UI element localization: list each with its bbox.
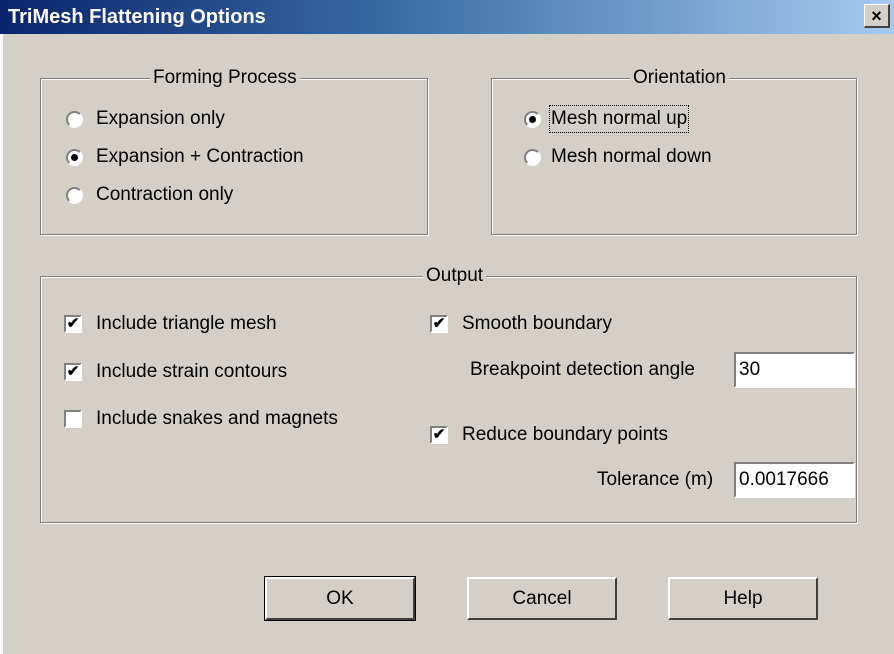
checkbox-indicator[interactable] bbox=[64, 315, 82, 333]
close-button[interactable]: × bbox=[864, 4, 890, 28]
forming-process-legend: Forming Process bbox=[150, 66, 300, 90]
check-include-snakes-magnets[interactable]: Include snakes and magnets bbox=[64, 407, 338, 431]
checkbox-indicator[interactable] bbox=[64, 410, 82, 428]
close-icon: × bbox=[871, 6, 882, 26]
radio-indicator[interactable] bbox=[524, 148, 541, 166]
radio-mesh-normal-down[interactable]: Mesh normal down bbox=[524, 145, 712, 169]
checkbox-indicator[interactable] bbox=[430, 315, 448, 333]
radio-indicator[interactable] bbox=[66, 110, 83, 128]
check-include-triangle-mesh[interactable]: Include triangle mesh bbox=[64, 312, 277, 336]
orientation-legend: Orientation bbox=[630, 66, 729, 90]
radio-indicator[interactable] bbox=[66, 186, 83, 204]
radio-label: Contraction only bbox=[96, 184, 234, 205]
breakpoint-angle-label: Breakpoint detection angle bbox=[470, 359, 695, 380]
check-reduce-boundary-points[interactable]: Reduce boundary points bbox=[430, 423, 668, 447]
radio-indicator[interactable] bbox=[66, 148, 83, 166]
radio-indicator[interactable] bbox=[524, 110, 541, 128]
checkbox-indicator[interactable] bbox=[64, 363, 82, 381]
cancel-button[interactable]: Cancel bbox=[467, 577, 617, 620]
radio-expansion-only[interactable]: Expansion only bbox=[66, 107, 225, 131]
checkbox-label: Smooth boundary bbox=[462, 313, 612, 334]
ok-button[interactable]: OK bbox=[264, 576, 416, 621]
window-title: TriMesh Flattening Options bbox=[8, 6, 266, 28]
check-include-strain-contours[interactable]: Include strain contours bbox=[64, 360, 287, 384]
title-bar[interactable]: TriMesh Flattening Options × bbox=[0, 0, 894, 34]
checkbox-label: Reduce boundary points bbox=[462, 424, 668, 445]
breakpoint-angle-input[interactable] bbox=[734, 352, 855, 388]
check-smooth-boundary[interactable]: Smooth boundary bbox=[430, 312, 612, 336]
checkbox-indicator[interactable] bbox=[430, 426, 448, 444]
radio-mesh-normal-up[interactable]: Mesh normal up bbox=[524, 105, 690, 133]
help-button[interactable]: Help bbox=[668, 577, 818, 620]
radio-label: Mesh normal up bbox=[548, 105, 690, 133]
radio-expansion-contraction[interactable]: Expansion + Contraction bbox=[66, 145, 304, 169]
checkbox-label: Include snakes and magnets bbox=[96, 408, 338, 429]
radio-label: Expansion + Contraction bbox=[96, 146, 304, 167]
radio-label: Mesh normal down bbox=[551, 146, 712, 167]
radio-label: Expansion only bbox=[96, 108, 225, 129]
tolerance-input[interactable] bbox=[734, 462, 855, 498]
radio-contraction-only[interactable]: Contraction only bbox=[66, 183, 233, 207]
tolerance-label: Tolerance (m) bbox=[597, 469, 714, 490]
checkbox-label: Include strain contours bbox=[96, 361, 288, 382]
checkbox-label: Include triangle mesh bbox=[96, 313, 277, 334]
window-edge bbox=[0, 34, 3, 654]
output-legend: Output bbox=[423, 264, 487, 288]
